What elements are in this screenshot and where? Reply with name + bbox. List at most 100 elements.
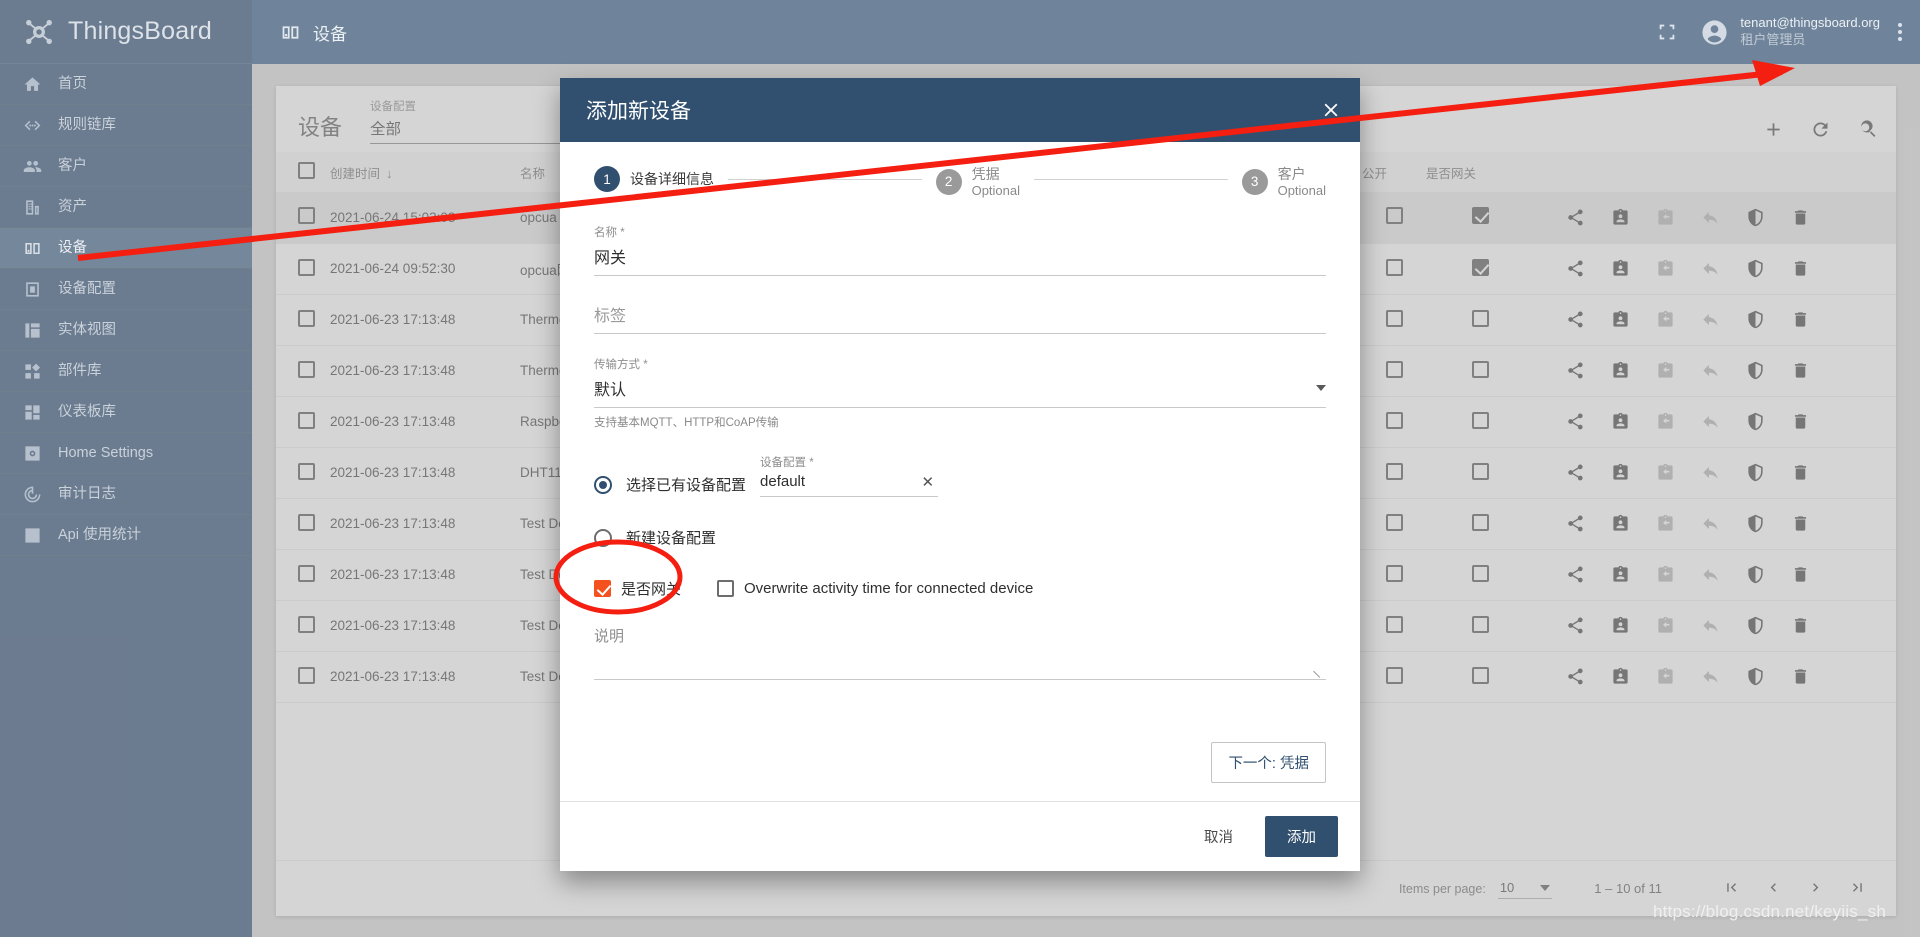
row-select-checkbox[interactable] xyxy=(298,360,315,378)
device-profile-picker[interactable]: 设备配置 * default ✕ xyxy=(760,454,939,497)
public-checkbox[interactable] xyxy=(1385,666,1403,684)
assign-customer-icon[interactable] xyxy=(1611,310,1630,329)
description-textarea[interactable] xyxy=(594,646,1326,680)
sidebar-item-6[interactable]: 设备配置 xyxy=(0,269,252,310)
existing-profile-radio[interactable] xyxy=(594,475,612,494)
assign-customer-icon[interactable] xyxy=(1611,616,1630,635)
cancel-button[interactable]: 取消 xyxy=(1190,817,1247,856)
shield-icon[interactable] xyxy=(1746,565,1765,584)
device-name-field[interactable]: 名称 * 网关 xyxy=(594,224,1326,276)
share-icon[interactable] xyxy=(1566,361,1585,380)
unassign-customer-icon[interactable] xyxy=(1656,208,1675,227)
refresh-button[interactable] xyxy=(1810,119,1831,140)
gateway-checkbox[interactable] xyxy=(1472,309,1489,327)
reply-icon[interactable] xyxy=(1701,412,1720,431)
row-select-checkbox[interactable] xyxy=(298,207,315,225)
shield-icon[interactable] xyxy=(1746,463,1765,482)
reply-icon[interactable] xyxy=(1701,514,1720,533)
row-select-checkbox[interactable] xyxy=(298,411,315,429)
gateway-checkbox[interactable] xyxy=(1472,615,1489,633)
last-page-button[interactable] xyxy=(1836,879,1878,899)
delete-icon[interactable] xyxy=(1791,565,1810,584)
row-select-checkbox[interactable] xyxy=(298,258,315,276)
gateway-checkbox[interactable] xyxy=(1472,258,1489,276)
created-time-header[interactable]: 创建时间 ↓ xyxy=(330,152,520,192)
reply-icon[interactable] xyxy=(1701,361,1720,380)
unassign-customer-icon[interactable] xyxy=(1656,667,1675,686)
unassign-customer-icon[interactable] xyxy=(1656,259,1675,278)
share-icon[interactable] xyxy=(1566,514,1585,533)
share-icon[interactable] xyxy=(1566,463,1585,482)
sidebar-item-7[interactable]: 实体视图 xyxy=(0,310,252,351)
share-icon[interactable] xyxy=(1566,208,1585,227)
reply-icon[interactable] xyxy=(1701,565,1720,584)
public-checkbox[interactable] xyxy=(1385,258,1403,276)
sidebar-item-11[interactable]: 审计日志 xyxy=(0,474,252,515)
shield-icon[interactable] xyxy=(1746,514,1765,533)
shield-icon[interactable] xyxy=(1746,259,1765,278)
gateway-checkbox[interactable] xyxy=(1472,360,1489,378)
resize-grip-icon[interactable] xyxy=(1313,664,1326,678)
row-select-checkbox[interactable] xyxy=(298,462,315,480)
sidebar-item-10[interactable]: Home Settings xyxy=(0,433,252,474)
sidebar-item-4[interactable]: 资产 xyxy=(0,187,252,228)
assign-customer-icon[interactable] xyxy=(1611,565,1630,584)
unassign-customer-icon[interactable] xyxy=(1656,514,1675,533)
select-all-checkbox[interactable] xyxy=(298,162,315,179)
share-icon[interactable] xyxy=(1566,565,1585,584)
delete-icon[interactable] xyxy=(1791,259,1810,278)
device-name-input[interactable]: 网关 xyxy=(594,244,1326,276)
row-select-checkbox[interactable] xyxy=(298,564,315,582)
overwrite-activity-checkbox[interactable] xyxy=(717,579,735,597)
unassign-customer-icon[interactable] xyxy=(1656,616,1675,635)
gateway-checkbox[interactable] xyxy=(1472,564,1489,582)
delete-icon[interactable] xyxy=(1791,616,1810,635)
gateway-checkbox[interactable] xyxy=(1472,666,1489,684)
shield-icon[interactable] xyxy=(1746,310,1765,329)
public-checkbox[interactable] xyxy=(1385,309,1403,327)
reply-icon[interactable] xyxy=(1701,616,1720,635)
shield-icon[interactable] xyxy=(1746,412,1765,431)
items-per-page-select[interactable]: 10 xyxy=(1497,878,1553,899)
public-checkbox[interactable] xyxy=(1385,207,1403,225)
delete-icon[interactable] xyxy=(1791,463,1810,482)
assign-customer-icon[interactable] xyxy=(1611,412,1630,431)
close-icon[interactable] xyxy=(1320,99,1342,121)
search-button[interactable] xyxy=(1857,119,1878,140)
delete-icon[interactable] xyxy=(1791,208,1810,227)
assign-customer-icon[interactable] xyxy=(1611,463,1630,482)
public-checkbox[interactable] xyxy=(1385,462,1403,480)
delete-icon[interactable] xyxy=(1791,361,1810,380)
sidebar-item-8[interactable]: 部件库 xyxy=(0,351,252,392)
unassign-customer-icon[interactable] xyxy=(1656,361,1675,380)
assign-customer-icon[interactable] xyxy=(1611,667,1630,686)
sidebar-item-12[interactable]: Api 使用统计 xyxy=(0,515,252,556)
add-button[interactable]: 添加 xyxy=(1265,815,1338,857)
next-credentials-button[interactable]: 下一个: 凭据 xyxy=(1211,741,1326,783)
assign-customer-icon[interactable] xyxy=(1611,208,1630,227)
gateway-checkbox[interactable] xyxy=(1472,513,1489,531)
sidebar-item-5[interactable]: 设备 xyxy=(0,228,252,269)
assign-customer-icon[interactable] xyxy=(1611,259,1630,278)
row-select-checkbox[interactable] xyxy=(298,666,315,684)
public-checkbox[interactable] xyxy=(1385,411,1403,429)
delete-icon[interactable] xyxy=(1791,412,1810,431)
reply-icon[interactable] xyxy=(1701,259,1720,278)
description-field[interactable]: 说明 xyxy=(594,625,1326,680)
share-icon[interactable] xyxy=(1566,667,1585,686)
reply-icon[interactable] xyxy=(1701,208,1720,227)
delete-icon[interactable] xyxy=(1791,667,1810,686)
unassign-customer-icon[interactable] xyxy=(1656,463,1675,482)
unassign-customer-icon[interactable] xyxy=(1656,412,1675,431)
prev-page-button[interactable] xyxy=(1752,879,1794,899)
delete-icon[interactable] xyxy=(1791,310,1810,329)
reply-icon[interactable] xyxy=(1701,463,1720,482)
stepper-step-2[interactable]: 2 凭据 Optional xyxy=(935,166,1020,198)
unassign-customer-icon[interactable] xyxy=(1656,565,1675,584)
new-profile-radio[interactable] xyxy=(594,528,612,547)
sidebar-item-9[interactable]: 仪表板库 xyxy=(0,392,252,433)
unassign-customer-icon[interactable] xyxy=(1656,310,1675,329)
transport-type-select[interactable]: 默认 xyxy=(594,376,1326,408)
row-select-checkbox[interactable] xyxy=(298,513,315,531)
share-icon[interactable] xyxy=(1566,310,1585,329)
